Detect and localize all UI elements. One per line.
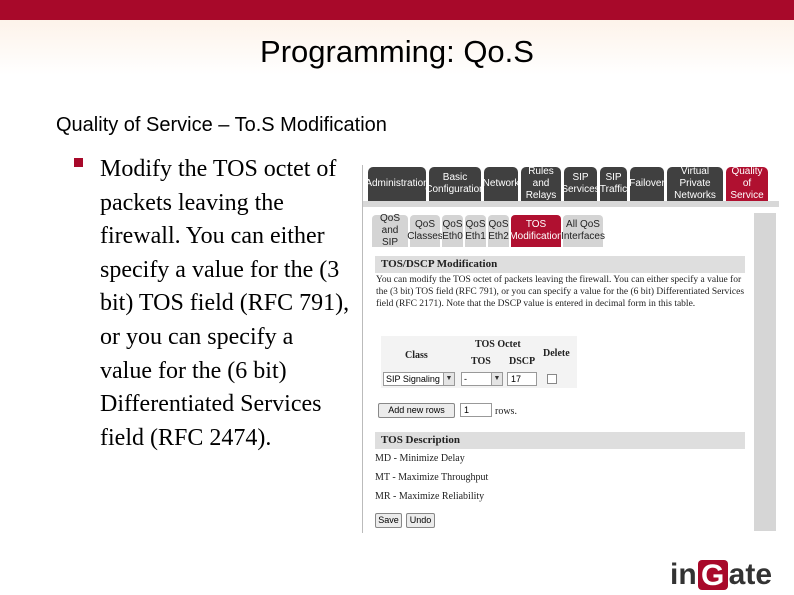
bullet-square-icon (74, 158, 83, 167)
slide-subtitle: Quality of Service – To.S Modification (56, 114, 387, 136)
desc-item: MD - Minimize Delay (375, 453, 465, 464)
class-select-value: SIP Signaling (386, 374, 440, 384)
tos-modification-heading: TOS/DSCP Modification (375, 256, 745, 273)
main-nav: Administration Basic Configuration Netwo… (365, 166, 768, 201)
tos-description-heading: TOS Description (375, 432, 745, 449)
logo-text: ate (728, 558, 773, 591)
nav-tab-network[interactable]: Network (483, 167, 519, 201)
col-header-class: Class (405, 350, 428, 361)
desc-item: MR - Maximize Reliability (375, 491, 485, 502)
ingate-logo: in G ate (670, 558, 772, 592)
chevron-down-icon: ▼ (443, 373, 454, 385)
rows-label: rows. (495, 406, 517, 417)
sub-tab-qos-and-sip[interactable]: QoS and SIP (372, 213, 408, 248)
nav-tab-sip-traffic[interactable]: SIP Traffic (600, 167, 627, 201)
sub-tab-qos-eth2[interactable]: QoS Eth2 (488, 215, 509, 247)
nav-tab-virtual-private-networks[interactable]: Virtual Private Networks (667, 166, 723, 201)
nav-tab-failover[interactable]: Failover (629, 167, 665, 201)
desc-item: MT - Maximize Throughput (375, 472, 489, 483)
logo-g-mark: G (697, 560, 728, 591)
tos-select-value: - (464, 374, 467, 384)
col-header-delete: Delete (543, 348, 570, 359)
undo-button[interactable]: Undo (406, 513, 435, 528)
add-new-rows-button[interactable]: Add new rows (378, 403, 455, 418)
nav-divider (363, 201, 779, 207)
nav-tab-administration[interactable]: Administration (365, 167, 429, 201)
sub-tab-qos-eth0[interactable]: QoS Eth0 (442, 215, 463, 247)
nav-tab-sip-services[interactable]: SIP Services (561, 167, 600, 201)
class-select[interactable]: SIP Signaling ▼ (383, 372, 455, 386)
sub-tab-qos-eth1[interactable]: QoS Eth1 (465, 215, 486, 247)
col-header-tos-octet: TOS Octet (475, 339, 521, 350)
nav-tab-basic-configuration[interactable]: Basic Configuration (425, 167, 485, 201)
bullet-text: Modify the TOS octet of packets leaving … (100, 156, 350, 451)
sub-tab-all-qos-interfaces[interactable]: All QoS Interfaces (561, 215, 605, 247)
logo-text: in (670, 558, 697, 591)
sub-tab-tos-modification[interactable]: TOS Modification (509, 215, 563, 247)
save-button[interactable]: Save (375, 513, 402, 528)
tos-table: Class TOS Octet TOS DSCP Delete SIP Sign… (381, 336, 577, 388)
delete-checkbox[interactable] (547, 374, 557, 384)
chevron-down-icon: ▼ (491, 373, 502, 385)
sub-nav: QoS and SIP QoS Classes QoS Eth0 QoS Eth… (372, 213, 605, 248)
tos-intro-text: You can modify the TOS octet of packets … (376, 275, 745, 309)
nav-tab-quality-of-service[interactable]: Quality of Service (726, 166, 768, 201)
dscp-input[interactable]: 17 (507, 372, 537, 386)
top-accent-bar (0, 0, 794, 20)
content-panel: TOS/DSCP Modification You can modify the… (372, 247, 748, 531)
row-count-input[interactable]: 1 (460, 403, 492, 417)
page-title: Programming: Qo.S (260, 34, 534, 69)
scrollbar[interactable] (754, 213, 776, 531)
col-header-tos: TOS (471, 356, 491, 367)
nav-tab-rules-and-relays[interactable]: Rules and Relays (521, 166, 561, 201)
embedded-screenshot: Administration Basic Configuration Netwo… (362, 165, 779, 533)
tos-select[interactable]: - ▼ (461, 372, 503, 386)
sub-tab-qos-classes[interactable]: QoS Classes (407, 215, 443, 247)
col-header-dscp: DSCP (509, 356, 536, 367)
